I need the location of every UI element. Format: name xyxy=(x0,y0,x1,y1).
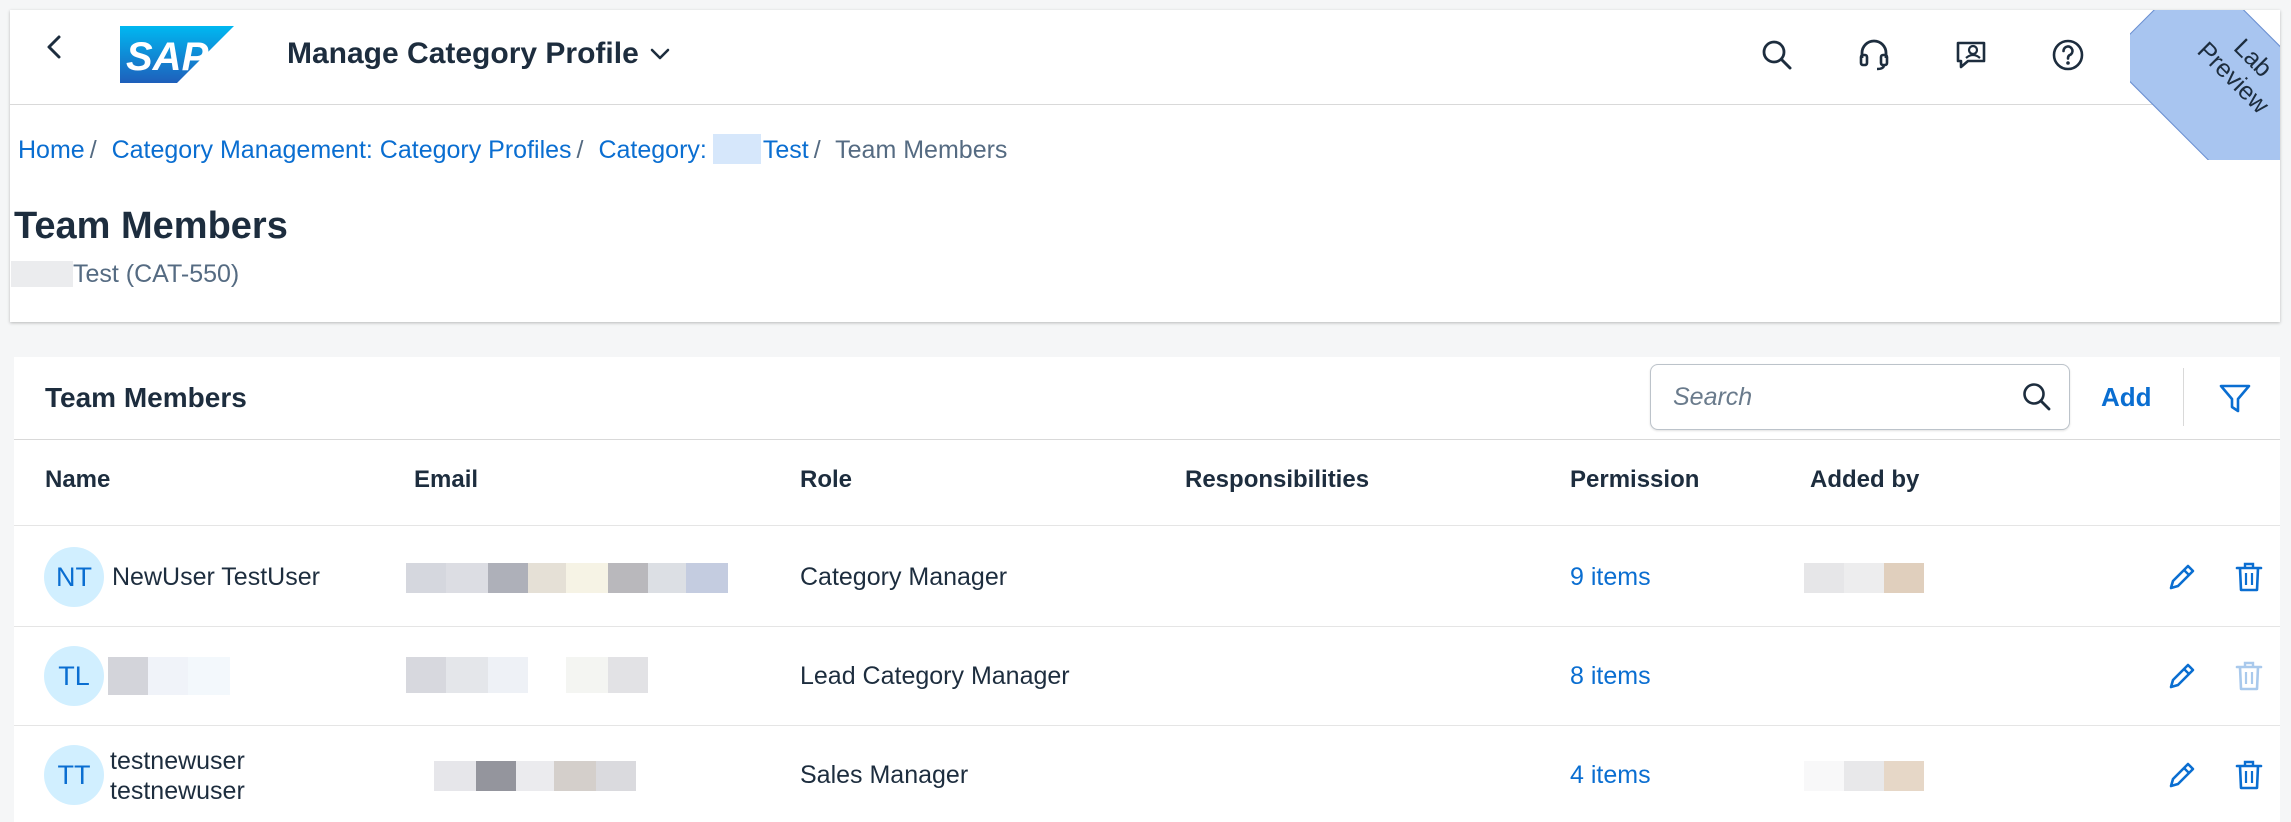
breadcrumb: Home / Category Management: Category Prof… xyxy=(18,134,1008,164)
edit-icon[interactable] xyxy=(2165,758,2199,792)
added-by-redacted xyxy=(1804,563,1924,593)
headset-icon[interactable] xyxy=(1857,38,1891,72)
page-title: Team Members xyxy=(14,205,288,247)
back-button[interactable] xyxy=(40,32,70,62)
column-header-role[interactable]: Role xyxy=(800,466,852,494)
svg-text:SAP: SAP xyxy=(126,35,209,79)
filter-icon[interactable] xyxy=(2218,381,2252,415)
email-redacted xyxy=(406,657,648,693)
column-header-email[interactable]: Email xyxy=(414,466,478,494)
avatar: TT xyxy=(44,745,104,805)
chat-feedback-icon[interactable] xyxy=(1954,38,1988,72)
column-header-added-by[interactable]: Added by xyxy=(1810,466,1919,494)
chevron-down-icon[interactable] xyxy=(648,42,672,66)
table-title: Team Members xyxy=(45,382,247,413)
member-name: NewUser TestUser xyxy=(112,563,320,591)
row-divider xyxy=(14,725,2280,726)
member-role: Category Manager xyxy=(800,563,1008,591)
trash-icon[interactable] xyxy=(2232,560,2266,594)
header-divider xyxy=(14,525,2280,526)
row-divider xyxy=(14,626,2280,627)
column-header-responsibilities[interactable]: Responsibilities xyxy=(1185,466,1369,494)
search-input[interactable] xyxy=(1671,380,1995,414)
sap-logo[interactable]: SAP xyxy=(120,26,234,83)
member-name: testnewuser testnewuser xyxy=(110,747,245,805)
member-name-redacted xyxy=(108,657,230,695)
breadcrumb-current: Team Members xyxy=(835,136,1008,164)
column-header-name[interactable]: Name xyxy=(45,466,110,494)
help-icon[interactable] xyxy=(2051,38,2085,72)
email-redacted xyxy=(434,761,636,791)
edit-icon[interactable] xyxy=(2165,560,2199,594)
page-subtitle: Test (CAT-550) xyxy=(11,260,239,289)
email-redacted xyxy=(406,563,728,593)
breadcrumb-category[interactable]: Category: Test xyxy=(598,134,809,164)
edit-icon[interactable] xyxy=(2165,659,2199,693)
search-icon[interactable] xyxy=(1760,38,1794,72)
avatar: NT xyxy=(44,547,104,607)
column-header-permission[interactable]: Permission xyxy=(1570,466,1699,494)
permission-link[interactable]: 8 items xyxy=(1570,662,1651,691)
app-title[interactable]: Manage Category Profile xyxy=(287,37,639,71)
added-by-redacted xyxy=(1804,761,1924,791)
breadcrumb-category-profiles[interactable]: Category Management: Category Profiles xyxy=(112,136,572,164)
search-field[interactable] xyxy=(1650,364,2070,430)
search-icon[interactable] xyxy=(2021,381,2053,413)
permission-link[interactable]: 4 items xyxy=(1570,761,1651,790)
breadcrumb-home[interactable]: Home xyxy=(18,136,85,164)
add-button[interactable]: Add xyxy=(2101,382,2152,413)
trash-icon xyxy=(2235,661,2263,691)
member-role: Sales Manager xyxy=(800,761,969,789)
toolbar-divider xyxy=(2183,368,2184,426)
avatar: TL xyxy=(44,646,104,706)
member-role: Lead Category Manager xyxy=(800,662,1070,690)
trash-icon[interactable] xyxy=(2232,758,2266,792)
permission-link[interactable]: 9 items xyxy=(1570,563,1651,592)
